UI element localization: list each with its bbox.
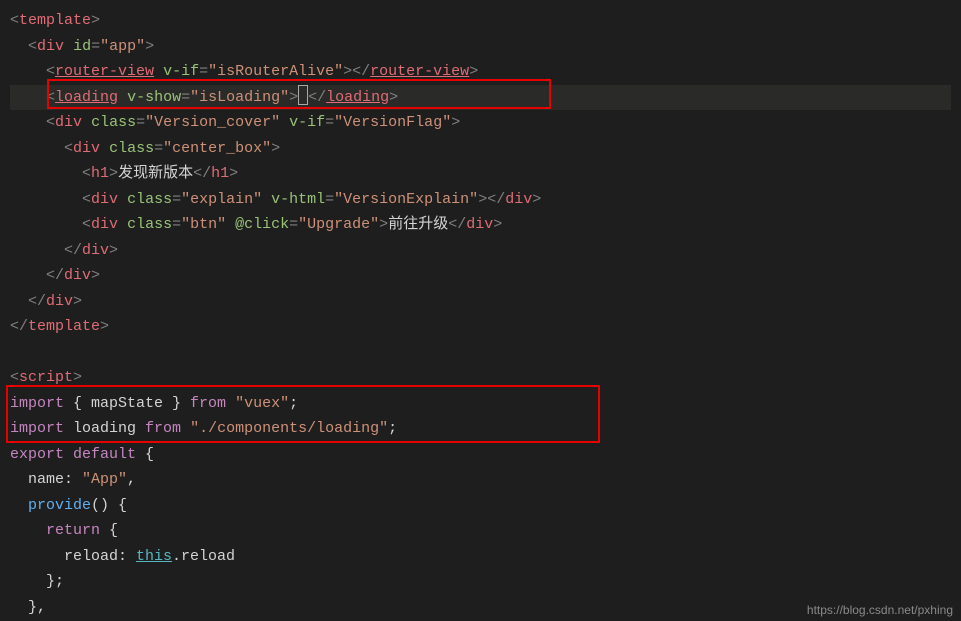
code-line[interactable]: </div> [10,289,951,315]
code-editor[interactable]: <template> <div id="app"> <router-view v… [0,0,961,621]
code-line[interactable]: export default { [10,442,951,468]
code-line[interactable]: </div> [10,263,951,289]
code-line[interactable]: <template> [10,8,951,34]
code-line[interactable]: import loading from "./components/loadin… [10,416,951,442]
code-line[interactable]: return { [10,518,951,544]
code-line[interactable]: <div id="app"> [10,34,951,60]
code-line[interactable]: </template> [10,314,951,340]
code-line[interactable]: name: "App", [10,467,951,493]
code-line[interactable]: <h1>发现新版本</h1> [10,161,951,187]
code-line[interactable]: <div class="Version_cover" v-if="Version… [10,110,951,136]
code-line[interactable]: </div> [10,238,951,264]
code-line[interactable] [10,340,951,366]
watermark-text: https://blog.csdn.net/pxhing [807,603,953,617]
code-line[interactable]: <router-view v-if="isRouterAlive"></rout… [10,59,951,85]
code-line[interactable]: <div class="btn" @click="Upgrade">前往升级</… [10,212,951,238]
code-line[interactable]: provide() { [10,493,951,519]
code-line[interactable]: <loading v-show="isLoading"></loading> [10,85,951,111]
code-line[interactable]: <script> [10,365,951,391]
code-line[interactable]: reload: this.reload [10,544,951,570]
code-line[interactable]: <div class="center_box"> [10,136,951,162]
code-line[interactable]: import { mapState } from "vuex"; [10,391,951,417]
code-line[interactable]: <div class="explain" v-html="VersionExpl… [10,187,951,213]
code-line[interactable]: }; [10,569,951,595]
text-cursor [298,85,308,105]
